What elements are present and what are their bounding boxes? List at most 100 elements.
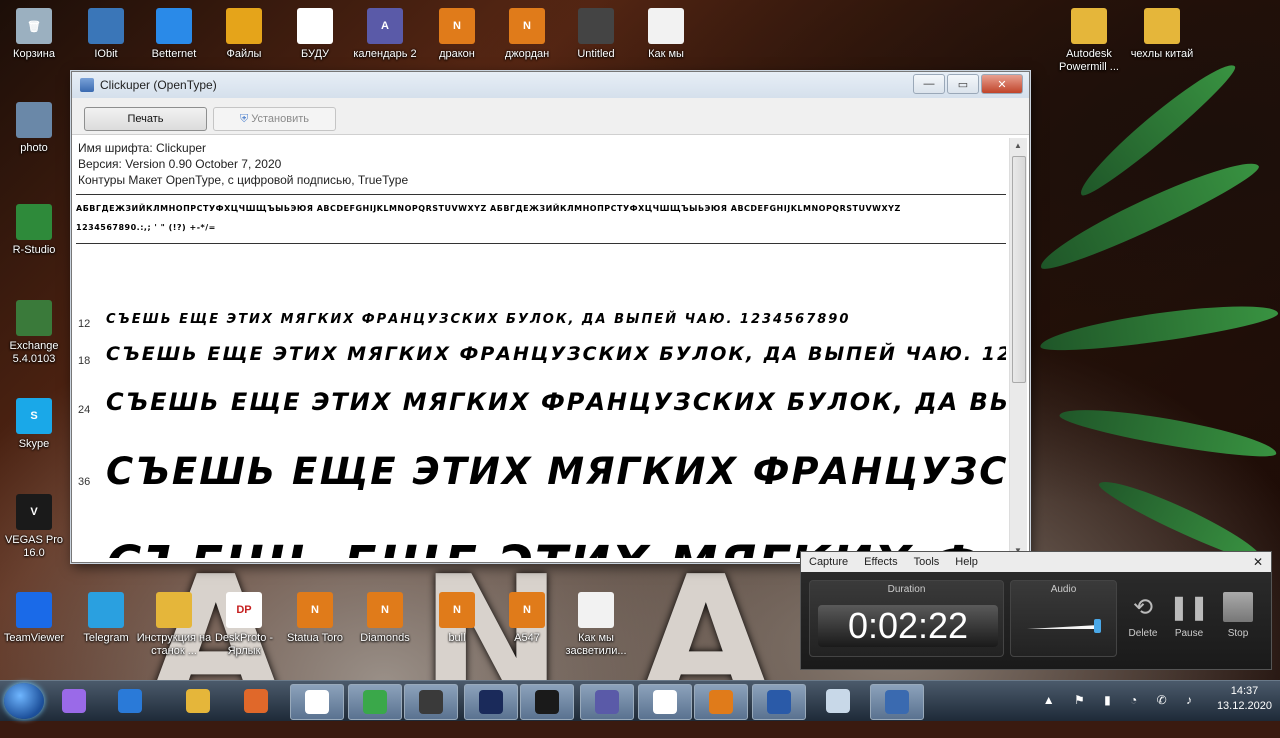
capture-menu: Capture Effects Tools Help bbox=[801, 552, 1271, 572]
desktop-icon-label: IObit bbox=[94, 48, 118, 60]
stop-button[interactable]: Stop bbox=[1216, 590, 1260, 639]
desktop-icon[interactable]: N A547 bbox=[489, 592, 565, 645]
desktop-icon-label: Инструкция на станок ... bbox=[136, 632, 212, 657]
app2-icon bbox=[767, 690, 791, 714]
charset-line: АБВГДЕЖЗИЙКЛМНОПРСТУФХЦЧШЩЪЫЬЭЮЯ ABCDEFG… bbox=[76, 204, 901, 213]
pause-label: Pause bbox=[1174, 628, 1204, 639]
maximize-button[interactable]: ▭ bbox=[947, 74, 979, 94]
font-name-line: Имя шрифта: Clickuper bbox=[78, 141, 207, 155]
taskbar-capture-icon[interactable] bbox=[812, 684, 864, 718]
clock-time: 14:37 bbox=[1230, 685, 1259, 697]
menu-help[interactable]: Help bbox=[955, 556, 978, 568]
close-icon[interactable]: ✕ bbox=[1253, 555, 1263, 569]
app-icon bbox=[297, 8, 333, 44]
taskbar-deskproto-icon[interactable] bbox=[638, 684, 692, 720]
desktop-icon[interactable]: Инструкция на станок ... bbox=[136, 592, 212, 658]
app-icon: N bbox=[509, 8, 545, 44]
desktop-icon[interactable]: Aкалендарь 2 bbox=[347, 8, 423, 61]
toolbar: Печать ⛨ Установить bbox=[72, 98, 1029, 135]
desktop-icon[interactable]: Файлы bbox=[206, 8, 282, 61]
font-viewer-window[interactable]: Clickuper (OpenType) — ▭ ✕ Печать ⛨ Уста… bbox=[71, 71, 1030, 563]
font-version-line: Версия: Version 0.90 October 7, 2020 bbox=[78, 157, 282, 171]
close-button[interactable]: ✕ bbox=[981, 74, 1023, 94]
desktop-icon-label: Skype bbox=[18, 438, 50, 450]
duration-timer: 0:02:22 bbox=[818, 605, 998, 647]
delete-button[interactable]: ⟲ Delete bbox=[1121, 590, 1165, 640]
scroll-thumb[interactable] bbox=[1012, 156, 1026, 383]
print-button[interactable]: Печать bbox=[84, 107, 207, 131]
taskbar-media-icon[interactable] bbox=[230, 684, 282, 718]
desktop-icon[interactable]: S Skype bbox=[0, 398, 72, 451]
audio-level-slider[interactable] bbox=[1027, 619, 1101, 633]
taskbar-internet-explorer-icon[interactable] bbox=[104, 684, 156, 718]
desktop-icon-label: Autodesk Powermill ... bbox=[1059, 48, 1119, 73]
desktop-icon[interactable]: N Statua Toro bbox=[277, 592, 353, 645]
desktop-icon[interactable]: Telegram bbox=[68, 592, 144, 645]
taskbar-app-icon[interactable] bbox=[404, 684, 458, 720]
app-icon bbox=[578, 592, 614, 628]
sample-size: 24 bbox=[78, 404, 91, 416]
charset-line: 1234567890.:,; ' " (!?) +-*/= bbox=[76, 223, 216, 232]
desktop-icon[interactable]: R-Studio bbox=[0, 204, 72, 257]
window-titlebar[interactable]: Clickuper (OpenType) — ▭ ✕ bbox=[72, 72, 1029, 98]
screen-capture-widget[interactable]: Capture Effects Tools Help ✕ Duration 0:… bbox=[800, 551, 1272, 670]
taskbar-explorer-icon[interactable] bbox=[172, 684, 224, 718]
desktop-icon-label: VEGAS Pro 16.0 bbox=[4, 534, 64, 559]
desktop-icon[interactable]: Autodesk Powermill ... bbox=[1051, 8, 1127, 74]
desktop-icon[interactable]: чехлы китай bbox=[1124, 8, 1200, 61]
desktop-icon-label: календарь 2 bbox=[353, 48, 417, 60]
app-icon bbox=[156, 592, 192, 628]
shield-icon: ⛨ bbox=[240, 112, 249, 125]
install-button-label: Установить bbox=[251, 113, 309, 125]
desktop-icon[interactable]: Nbull bbox=[419, 592, 495, 645]
install-button[interactable]: ⛨ Установить bbox=[213, 107, 336, 131]
taskbar-lettering-icon[interactable] bbox=[580, 684, 634, 720]
divider bbox=[76, 194, 1006, 195]
desktop-icon-label: Как мы bbox=[648, 48, 684, 60]
desktop-icon[interactable]: Nджордан bbox=[489, 8, 565, 61]
desktop-icon[interactable]: Exchange 5.4.0103 bbox=[0, 300, 72, 366]
sample-text: СЪЕШЬ ЕЩЕ ЭТИХ МЯГКИХ ФРАНЦУЗС bbox=[106, 450, 1006, 493]
desktop-icon[interactable]: DP DeskProto - Ярлык bbox=[206, 592, 282, 658]
taskbar-yandex-icon[interactable] bbox=[290, 684, 344, 720]
system-tray-icons[interactable]: ▲ ⚑ ▮ ◔ ✆ ♪ bbox=[1043, 693, 1200, 707]
desktop-icon[interactable]: N Diamonds bbox=[347, 592, 423, 645]
taskbar-cortana-icon[interactable] bbox=[48, 684, 100, 718]
delete-icon: ⟲ bbox=[1132, 593, 1154, 621]
taskbar-vegas-icon[interactable] bbox=[520, 684, 574, 720]
pause-button[interactable]: ❚❚ Pause bbox=[1167, 590, 1211, 640]
desktop-icon[interactable]: TeamViewer bbox=[0, 592, 72, 645]
audio-slider-handle[interactable] bbox=[1094, 619, 1101, 633]
desktop-icon[interactable]: БУДУ bbox=[277, 8, 353, 61]
menu-effects[interactable]: Effects bbox=[864, 556, 897, 568]
app-icon: N bbox=[439, 592, 475, 628]
audio-panel: Audio bbox=[1010, 580, 1117, 657]
desktop-icon-label: DeskProto - Ярлык bbox=[214, 632, 274, 657]
desktop-icon[interactable]: Untitled bbox=[558, 8, 634, 61]
desktop-icon[interactable]: Как мы засветили... bbox=[558, 592, 634, 658]
sample-size: 18 bbox=[78, 355, 91, 367]
desktop-icon[interactable]: Как мы bbox=[628, 8, 704, 61]
vertical-scrollbar[interactable]: ▲ ▼ bbox=[1009, 138, 1027, 558]
cortana-icon bbox=[62, 689, 86, 713]
start-button[interactable] bbox=[4, 683, 44, 719]
clock[interactable]: 14:37 13.12.2020 bbox=[1217, 684, 1272, 714]
app-icon bbox=[16, 300, 52, 336]
scroll-up-icon[interactable]: ▲ bbox=[1014, 141, 1022, 150]
taskbar-n-app-icon[interactable] bbox=[694, 684, 748, 720]
desktop-icon[interactable]: IObit bbox=[68, 8, 144, 61]
taskbar-artcam-icon[interactable] bbox=[870, 684, 924, 720]
desktop-icon[interactable]: 🗑 Корзина bbox=[0, 8, 72, 61]
desktop-icon[interactable]: Nдракон bbox=[419, 8, 495, 61]
taskbar-chrome-icon[interactable] bbox=[348, 684, 402, 720]
taskbar-app2-icon[interactable] bbox=[752, 684, 806, 720]
taskbar-photoshop-icon[interactable] bbox=[464, 684, 518, 720]
desktop-icon[interactable]: Betternet bbox=[136, 8, 212, 61]
desktop-icon[interactable]: V VEGAS Pro 16.0 bbox=[0, 494, 72, 560]
desktop-icon[interactable]: photo bbox=[0, 102, 72, 155]
minimize-button[interactable]: — bbox=[913, 74, 945, 94]
desktop-icon-label: Statua Toro bbox=[286, 632, 344, 644]
sample-size: 36 bbox=[78, 476, 91, 488]
menu-tools[interactable]: Tools bbox=[914, 556, 940, 568]
menu-capture[interactable]: Capture bbox=[809, 556, 848, 568]
